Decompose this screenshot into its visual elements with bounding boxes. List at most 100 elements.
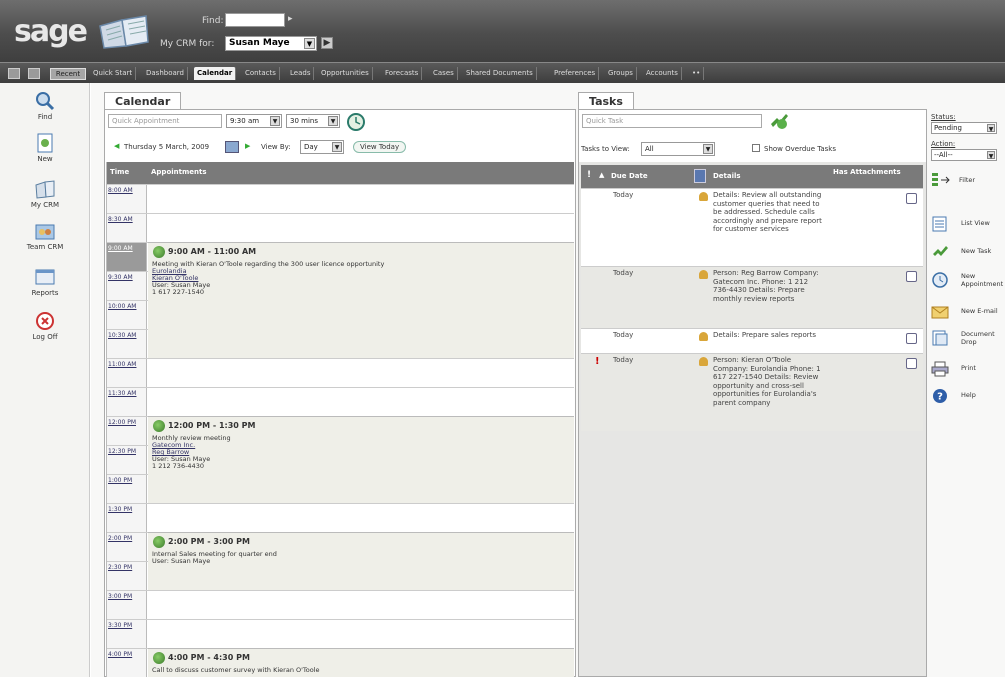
- new-appointment-label: New Appointment: [961, 272, 1004, 288]
- back-icon[interactable]: [8, 68, 20, 79]
- task-complete-checkbox[interactable]: [906, 193, 917, 204]
- task-details[interactable]: Person: Reg Barrow Company: Gatecom Inc.…: [713, 269, 825, 303]
- appointment-time-range[interactable]: 4:00 PM - 4:30 PM: [168, 653, 250, 662]
- due-date-column-header[interactable]: Due Date: [611, 172, 648, 180]
- calendar-time-slot[interactable]: 8:00 AM: [107, 184, 574, 213]
- mycrm-go-button[interactable]: ▶: [321, 37, 333, 49]
- nav-reports[interactable]: Reports: [0, 267, 90, 297]
- previous-day-arrow-icon[interactable]: ◀: [114, 142, 119, 150]
- time-slot-label[interactable]: 1:00 PM: [107, 475, 147, 503]
- tab-calendar[interactable]: Calendar: [194, 67, 237, 80]
- calendar-time-slot[interactable]: 8:30 AM: [107, 213, 574, 242]
- tab-more[interactable]: ••: [689, 67, 705, 80]
- task-complete-checkbox[interactable]: [906, 333, 917, 344]
- mycrm-user-select[interactable]: Susan Maye ▼: [225, 36, 317, 51]
- tab-dashboard[interactable]: Dashboard: [143, 67, 188, 80]
- time-slot-label[interactable]: 10:00 AM: [107, 301, 147, 329]
- calendar-time-slot[interactable]: 3:30 PM: [107, 619, 574, 648]
- tab-recent[interactable]: Recent: [50, 68, 86, 80]
- time-slot-label[interactable]: 2:30 PM: [107, 562, 147, 590]
- action-label: Action:: [931, 140, 956, 148]
- time-slot-label[interactable]: 8:30 AM: [107, 214, 147, 242]
- time-slot-label[interactable]: 11:00 AM: [107, 359, 147, 387]
- appointment-time-range[interactable]: 9:00 AM - 11:00 AM: [168, 247, 256, 256]
- quick-task-input[interactable]: Quick Task: [582, 114, 762, 128]
- appointment-block[interactable]: 12:00 PM - 1:30 PM Monthly review meeting…: [148, 416, 574, 503]
- details-column-header[interactable]: Details: [713, 172, 741, 180]
- appointment-block[interactable]: 4:00 PM - 4:30 PM Call to discuss custome…: [148, 648, 574, 677]
- calendar-time-slot[interactable]: 11:00 AM: [107, 358, 574, 387]
- add-task-icon[interactable]: [768, 110, 790, 132]
- time-slot-label[interactable]: 3:30 PM: [107, 620, 147, 648]
- nav-my-crm[interactable]: My CRM: [0, 179, 90, 209]
- time-slot-label[interactable]: 9:00 AM: [107, 243, 147, 271]
- tab-preferences[interactable]: Preferences: [551, 67, 600, 80]
- task-row[interactable]: Today Details: Review all outstanding cus…: [581, 188, 923, 266]
- nav-find[interactable]: Find: [0, 91, 90, 121]
- find-input[interactable]: [225, 13, 285, 27]
- nav-team-crm[interactable]: Team CRM: [0, 221, 90, 251]
- view-by-select[interactable]: Day ▼: [300, 140, 344, 154]
- tasks-to-view-select[interactable]: All ▼: [641, 142, 715, 156]
- has-attachments-column-header[interactable]: Has Attachments: [833, 168, 903, 176]
- view-today-button[interactable]: View Today: [353, 141, 407, 153]
- tab-groups[interactable]: Groups: [605, 67, 637, 80]
- nav-new[interactable]: New: [0, 133, 90, 163]
- tab-forecasts[interactable]: Forecasts: [382, 67, 423, 80]
- high-priority-icon: !: [595, 356, 600, 367]
- task-row[interactable]: Today Person: Reg Barrow Company: Gatecom…: [581, 266, 923, 328]
- task-complete-checkbox[interactable]: [906, 271, 917, 282]
- task-row[interactable]: ! Today Person: Kieran O'Toole Company: Eu…: [581, 353, 923, 431]
- svg-text:?: ?: [937, 392, 943, 403]
- tab-quick-start[interactable]: Quick Start: [90, 67, 137, 80]
- date-picker-icon[interactable]: [225, 141, 239, 153]
- time-slot-label[interactable]: 8:00 AM: [107, 185, 147, 213]
- quick-appointment-input[interactable]: Quick Appointment: [108, 114, 222, 128]
- calendar-panel-tab[interactable]: Calendar: [104, 92, 182, 110]
- appointment-time-range[interactable]: 2:00 PM - 3:00 PM: [168, 537, 250, 546]
- action-select[interactable]: --All-- ▼: [931, 149, 997, 161]
- time-slot-label[interactable]: 12:30 PM: [107, 446, 147, 474]
- add-appointment-clock-icon[interactable]: [346, 112, 366, 132]
- appointment-detail: 1 617 227-1540: [152, 288, 204, 296]
- appointment-icon: [153, 246, 165, 258]
- calendar-time-slot[interactable]: 11:30 AM: [107, 387, 574, 416]
- time-slot-label[interactable]: 9:30 AM: [107, 272, 147, 300]
- task-details[interactable]: Details: Review all outstanding customer…: [713, 191, 825, 234]
- nav-new-label: New: [37, 155, 53, 163]
- nav-log-off[interactable]: Log Off: [0, 311, 90, 341]
- time-slot-label[interactable]: 12:00 PM: [107, 417, 147, 445]
- tab-opportunities[interactable]: Opportunities: [318, 67, 373, 80]
- tab-cases[interactable]: Cases: [430, 67, 458, 80]
- task-complete-checkbox[interactable]: [906, 358, 917, 369]
- task-row[interactable]: Today Details: Prepare sales reports: [581, 328, 923, 353]
- forward-icon[interactable]: [28, 68, 40, 79]
- appointment-time-range[interactable]: 12:00 PM - 1:30 PM: [168, 421, 255, 430]
- status-select[interactable]: Pending ▼: [931, 122, 997, 134]
- find-go-icon[interactable]: ▸: [288, 14, 293, 24]
- task-details[interactable]: Details: Prepare sales reports: [713, 331, 825, 340]
- priority-column-icon[interactable]: !: [587, 170, 591, 180]
- appointment-time-select[interactable]: 9:30 am ▼: [226, 114, 282, 128]
- time-slot-label[interactable]: 11:30 AM: [107, 388, 147, 416]
- next-day-arrow-icon[interactable]: ▶: [245, 142, 250, 150]
- tab-accounts[interactable]: Accounts: [643, 67, 682, 80]
- time-slot-label[interactable]: 2:00 PM: [107, 533, 147, 561]
- appointment-duration-select[interactable]: 30 mins ▼: [286, 114, 340, 128]
- team-crm-icon: [35, 224, 55, 240]
- tab-leads[interactable]: Leads: [287, 67, 315, 80]
- task-details[interactable]: Person: Kieran O'Toole Company: Euroland…: [713, 356, 825, 407]
- time-slot-label[interactable]: 10:30 AM: [107, 330, 147, 358]
- appointment-block[interactable]: 9:00 AM - 11:00 AM Meeting with Kieran O'…: [148, 242, 574, 358]
- show-overdue-checkbox[interactable]: [752, 144, 760, 152]
- tasks-panel-tab[interactable]: Tasks: [578, 92, 634, 110]
- calendar-time-slot[interactable]: 3:00 PM: [107, 590, 574, 619]
- calendar-time-slot[interactable]: 1:30 PM: [107, 503, 574, 532]
- tab-contacts[interactable]: Contacts: [242, 67, 280, 80]
- time-slot-label[interactable]: 3:00 PM: [107, 591, 147, 619]
- tab-shared-documents[interactable]: Shared Documents: [463, 67, 537, 80]
- sort-arrow-icon[interactable]: ▲: [599, 171, 604, 179]
- appointment-block[interactable]: 2:00 PM - 3:00 PM Internal Sales meeting …: [148, 532, 574, 590]
- time-slot-label[interactable]: 4:00 PM: [107, 649, 147, 677]
- time-slot-label[interactable]: 1:30 PM: [107, 504, 147, 532]
